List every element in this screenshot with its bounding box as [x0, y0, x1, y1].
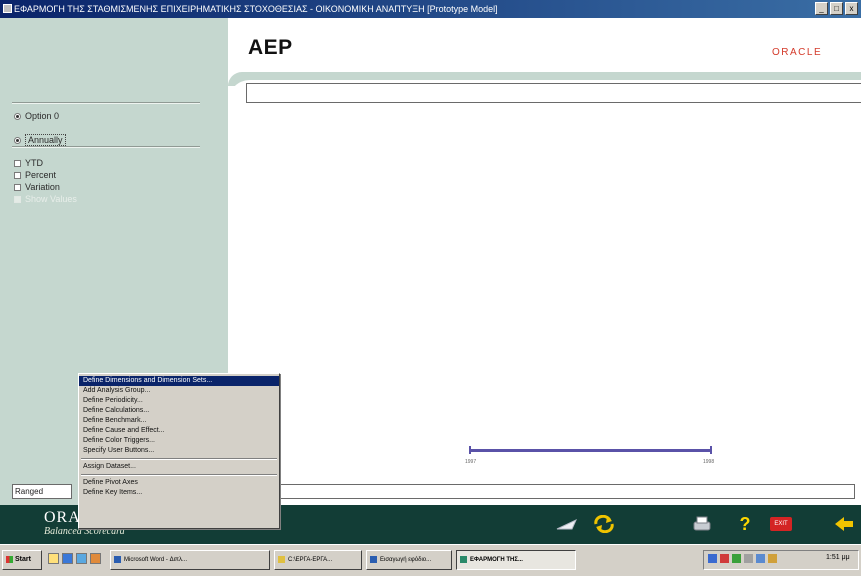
print-icon[interactable]: [691, 514, 713, 534]
tray-app-icon[interactable]: [768, 554, 777, 563]
taskbar-task[interactable]: Εισαγωγή εφόδιο...: [366, 550, 452, 570]
app-icon: [460, 556, 467, 563]
menu-item-define-dimensions[interactable]: Define Dimensions and Dimension Sets...: [79, 376, 279, 386]
network-icon[interactable]: [708, 554, 717, 563]
quicklaunch-icon[interactable]: [90, 553, 101, 564]
menu-item-specify-user-buttons[interactable]: Specify User Buttons...: [79, 446, 279, 456]
antivirus-icon[interactable]: [720, 554, 729, 563]
oracle-logo: ORACLE: [772, 47, 823, 58]
checkbox-ytd[interactable]: YTD: [14, 158, 43, 168]
minimize-button[interactable]: _: [815, 2, 828, 15]
title-input[interactable]: [246, 83, 861, 103]
menu-item-define-pivot-axes[interactable]: Define Pivot Axes: [79, 478, 279, 488]
menu-item-define-key-items[interactable]: Define Key Items...: [79, 488, 279, 498]
tray-app-icon[interactable]: [756, 554, 765, 563]
folder-icon: [278, 556, 285, 563]
menu-item-define-periodicity[interactable]: Define Periodicity...: [79, 396, 279, 406]
status-message-field[interactable]: [278, 484, 855, 499]
checkbox: [14, 195, 21, 203]
app-window: ΕΦΑΡΜΟΓΗ ΤΗΣ ΣΤΑΘΜΙΣΜΕΝΗΣ ΕΠΙΧΕΙΡΗΜΑΤΙΚΗ…: [0, 0, 861, 576]
radio-annually[interactable]: Annually: [14, 134, 66, 146]
app-system-icon[interactable]: [3, 4, 12, 13]
menu-item-define-cause-effect[interactable]: Define Cause and Effect...: [79, 426, 279, 436]
radio-button[interactable]: [14, 112, 21, 120]
language-icon[interactable]: [732, 554, 741, 563]
refresh-icon[interactable]: [593, 514, 615, 534]
checkbox-percent[interactable]: Percent: [14, 170, 56, 180]
menu-item-define-benchmark[interactable]: Define Benchmark...: [79, 416, 279, 426]
pointer-icon[interactable]: [556, 514, 578, 534]
panel-divider: [12, 102, 200, 104]
radio-option-0[interactable]: Option 0: [14, 111, 59, 121]
desktop-icon[interactable]: [48, 553, 59, 564]
panel-divider: [12, 146, 200, 148]
start-button[interactable]: Start: [2, 550, 42, 570]
slider-start-handle[interactable]: [469, 446, 471, 454]
menu-separator: [79, 456, 279, 462]
window-controls: _ □ x: [815, 2, 858, 15]
taskbar-task-active[interactable]: ΕΦΑΡΜΟΓΗ ΤΗΣ...: [456, 550, 576, 570]
window-title-bar: ΕΦΑΡΜΟΓΗ ΤΗΣ ΣΤΑΘΜΙΣΜΕΝΗΣ ΕΠΙΧΕΙΡΗΜΑΤΙΚΗ…: [0, 0, 861, 18]
checkbox[interactable]: [14, 183, 21, 191]
maximize-button[interactable]: □: [830, 2, 843, 15]
radio-button[interactable]: [14, 136, 21, 144]
content-area: [228, 80, 861, 480]
checkbox-variation[interactable]: Variation: [14, 182, 60, 192]
volume-icon[interactable]: [744, 554, 753, 563]
menu-separator: [79, 472, 279, 478]
menu-item-add-analysis-group[interactable]: Add Analysis Group...: [79, 386, 279, 396]
menu-item-define-color-triggers[interactable]: Define Color Triggers...: [79, 436, 279, 446]
word-icon: [114, 556, 121, 563]
taskbar-task[interactable]: C:\ΕΡΓΑ-ΕΡΓΑ...: [274, 550, 362, 570]
browser-icon[interactable]: [62, 553, 73, 564]
back-arrow-icon[interactable]: [833, 514, 855, 534]
window-title: ΕΦΑΡΜΟΓΗ ΤΗΣ ΣΤΑΘΜΙΣΜΕΝΗΣ ΕΠΙΧΕΙΡΗΜΑΤΙΚΗ…: [14, 4, 498, 14]
taskbar-task[interactable]: Microsoft Word - Διπλ...: [110, 550, 270, 570]
exit-icon[interactable]: EXIT: [770, 514, 792, 534]
mail-icon[interactable]: [76, 553, 87, 564]
close-button[interactable]: x: [845, 2, 858, 15]
clock: 1:51 μμ: [826, 554, 850, 561]
time-range-slider[interactable]: [470, 449, 711, 452]
checkbox[interactable]: [14, 171, 21, 179]
header-area: [228, 18, 861, 73]
checkbox[interactable]: [14, 159, 21, 167]
checkbox-show-values: Show Values: [14, 194, 77, 204]
menu-item-define-calculations[interactable]: Define Calculations...: [79, 406, 279, 416]
status-field[interactable]: Ranged: [12, 484, 72, 499]
slider-start-label: 1997: [465, 459, 477, 465]
slider-end-handle[interactable]: [710, 446, 712, 454]
page-title: AEP: [248, 36, 293, 59]
context-menu: Define Dimensions and Dimension Sets... …: [78, 373, 280, 529]
windows-logo-icon: [6, 556, 13, 563]
document-icon: [370, 556, 377, 563]
slider-end-label: 1998: [703, 459, 715, 465]
menu-item-assign-dataset[interactable]: Assign Dataset...: [79, 462, 279, 472]
exit-label: EXIT: [770, 517, 792, 531]
help-icon[interactable]: ?: [734, 514, 756, 534]
